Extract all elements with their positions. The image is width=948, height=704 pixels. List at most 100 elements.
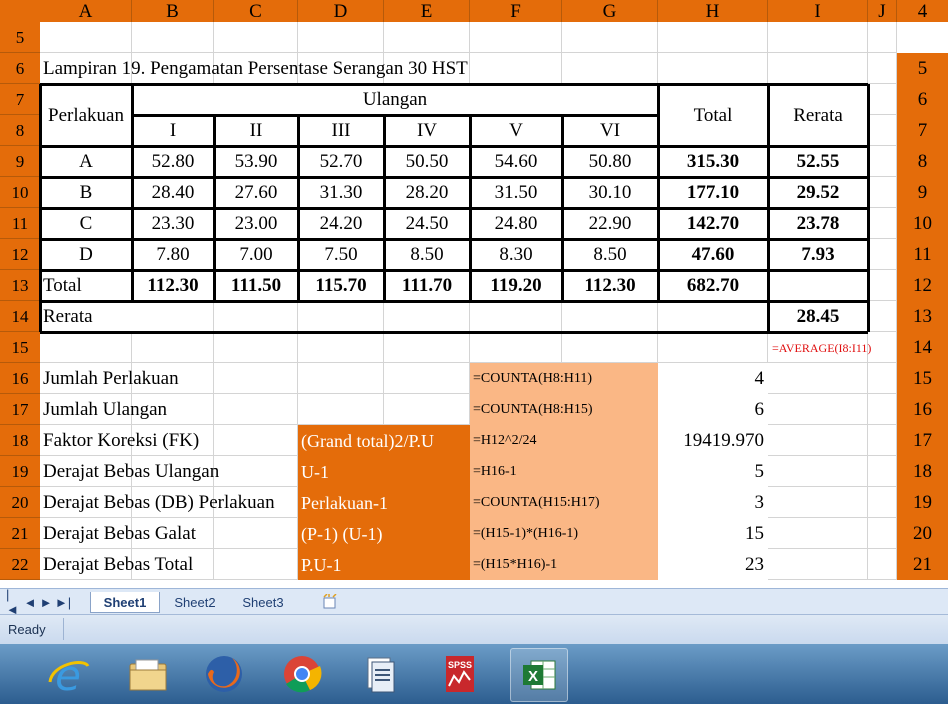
row-header-5[interactable]: 5 <box>0 22 40 53</box>
data-cell[interactable]: 8.50 <box>384 239 470 270</box>
row-header-18[interactable]: 18 <box>0 425 40 456</box>
row-header-22[interactable]: 22 <box>0 549 40 580</box>
row-header-20[interactable]: 20 <box>0 487 40 518</box>
grid-cell[interactable] <box>562 22 658 53</box>
anova-formula[interactable]: =COUNTA(H15:H17) <box>470 487 658 518</box>
column-header-I[interactable]: I <box>768 0 868 22</box>
grid-cell[interactable] <box>658 301 768 332</box>
row-header-7[interactable]: 7 <box>0 84 40 115</box>
anova-formula[interactable]: =H16-1 <box>470 456 658 487</box>
row-header-13[interactable]: 13 <box>0 270 40 301</box>
grand-total[interactable]: 682.70 <box>658 270 768 301</box>
grid-cell[interactable] <box>384 301 470 332</box>
row-mean[interactable]: 7.93 <box>768 239 868 270</box>
grid-cell[interactable] <box>384 332 470 363</box>
grid-cell[interactable] <box>868 363 897 394</box>
data-cell[interactable]: 7.50 <box>298 239 384 270</box>
row-header-16[interactable]: 16 <box>0 363 40 394</box>
grid-cell[interactable] <box>658 53 768 84</box>
row-mean[interactable]: 29.52 <box>768 177 868 208</box>
data-cell[interactable]: 52.70 <box>298 146 384 177</box>
anova-formula[interactable]: =H12^2/24 <box>470 425 658 456</box>
spss-icon[interactable]: SPSS <box>432 648 488 700</box>
grid-cell[interactable] <box>868 239 897 270</box>
grid-cell[interactable] <box>214 22 298 53</box>
grid-cell[interactable] <box>868 425 897 456</box>
next-sheet-button[interactable]: ► <box>40 592 53 612</box>
row-total[interactable]: 47.60 <box>658 239 768 270</box>
row-total[interactable]: 315.30 <box>658 146 768 177</box>
first-sheet-button[interactable]: |◄ <box>6 587 20 617</box>
sheet-tab-1[interactable]: Sheet1 <box>90 592 160 613</box>
row-header-17[interactable]: 17 <box>0 394 40 425</box>
grid-cell[interactable] <box>562 332 658 363</box>
grid-cell[interactable] <box>298 301 384 332</box>
excel-icon[interactable]: X <box>510 648 568 702</box>
data-cell[interactable]: 54.60 <box>470 146 562 177</box>
grid-cell[interactable] <box>768 487 868 518</box>
data-cell[interactable]: 24.80 <box>470 208 562 239</box>
column-header-D[interactable]: D <box>298 0 384 22</box>
grid-cell[interactable] <box>868 456 897 487</box>
grid-cell[interactable] <box>768 53 868 84</box>
row-header-21[interactable]: 21 <box>0 518 40 549</box>
grid-cell[interactable] <box>470 332 562 363</box>
anova-value[interactable]: 23 <box>658 549 768 580</box>
row-header-12[interactable]: 12 <box>0 239 40 270</box>
data-cell[interactable]: 7.80 <box>132 239 214 270</box>
overall-mean[interactable]: 28.45 <box>768 301 868 332</box>
grid-cell[interactable] <box>214 301 298 332</box>
data-cell[interactable]: 8.50 <box>562 239 658 270</box>
internet-explorer-icon[interactable]: e <box>40 648 96 700</box>
anova-formula[interactable]: =(H15*H16)-1 <box>470 549 658 580</box>
column-header-H[interactable]: H <box>658 0 768 22</box>
column-header-G[interactable]: G <box>562 0 658 22</box>
data-cell[interactable]: 52.80 <box>132 146 214 177</box>
anova-value[interactable]: 4 <box>658 363 768 394</box>
grid-cell[interactable] <box>768 456 868 487</box>
row-header-19[interactable]: 19 <box>0 456 40 487</box>
grid-cell[interactable] <box>868 53 897 84</box>
grid-cell[interactable] <box>132 332 214 363</box>
grid-cell[interactable] <box>868 518 897 549</box>
column-header-A[interactable]: A <box>40 0 132 22</box>
column-total[interactable]: 119.20 <box>470 270 562 301</box>
sheet-tab-2[interactable]: Sheet2 <box>164 592 226 612</box>
grid-cell[interactable] <box>298 22 384 53</box>
grid-cell[interactable] <box>384 394 470 425</box>
grid-cell[interactable] <box>384 22 470 53</box>
column-total[interactable]: 111.50 <box>214 270 298 301</box>
row-header-15[interactable]: 15 <box>0 332 40 363</box>
grid-cell[interactable] <box>768 394 868 425</box>
anova-formula[interactable]: =(H15-1)*(H16-1) <box>470 518 658 549</box>
grid-cell[interactable] <box>658 22 768 53</box>
grid-cell[interactable] <box>868 115 897 146</box>
data-cell[interactable]: 24.50 <box>384 208 470 239</box>
data-cell[interactable]: 30.10 <box>562 177 658 208</box>
grid-cell[interactable] <box>132 22 214 53</box>
row-header-14[interactable]: 14 <box>0 301 40 332</box>
grid-cell[interactable] <box>868 208 897 239</box>
grid-cell[interactable] <box>214 332 298 363</box>
grid-cell[interactable] <box>768 22 868 53</box>
document-app-icon[interactable] <box>352 648 408 700</box>
column-total[interactable]: 112.30 <box>562 270 658 301</box>
grid-cell[interactable] <box>868 487 897 518</box>
column-total[interactable]: 111.70 <box>384 270 470 301</box>
grid-cell[interactable] <box>868 84 897 115</box>
grid-cell[interactable] <box>768 425 868 456</box>
grid-cell[interactable] <box>470 22 562 53</box>
sheet-tab-3[interactable]: Sheet3 <box>232 592 294 612</box>
row-header-10[interactable]: 10 <box>0 177 40 208</box>
grid-cell[interactable] <box>868 270 897 301</box>
row-mean[interactable]: 23.78 <box>768 208 868 239</box>
data-cell[interactable]: 22.90 <box>562 208 658 239</box>
firefox-icon[interactable] <box>196 648 252 700</box>
column-header-C[interactable]: C <box>214 0 298 22</box>
grid-cell[interactable] <box>298 332 384 363</box>
data-cell[interactable]: 7.00 <box>214 239 298 270</box>
data-cell[interactable]: 28.20 <box>384 177 470 208</box>
row-header-9[interactable]: 9 <box>0 146 40 177</box>
anova-value[interactable]: 6 <box>658 394 768 425</box>
grid-cell[interactable] <box>868 549 897 580</box>
